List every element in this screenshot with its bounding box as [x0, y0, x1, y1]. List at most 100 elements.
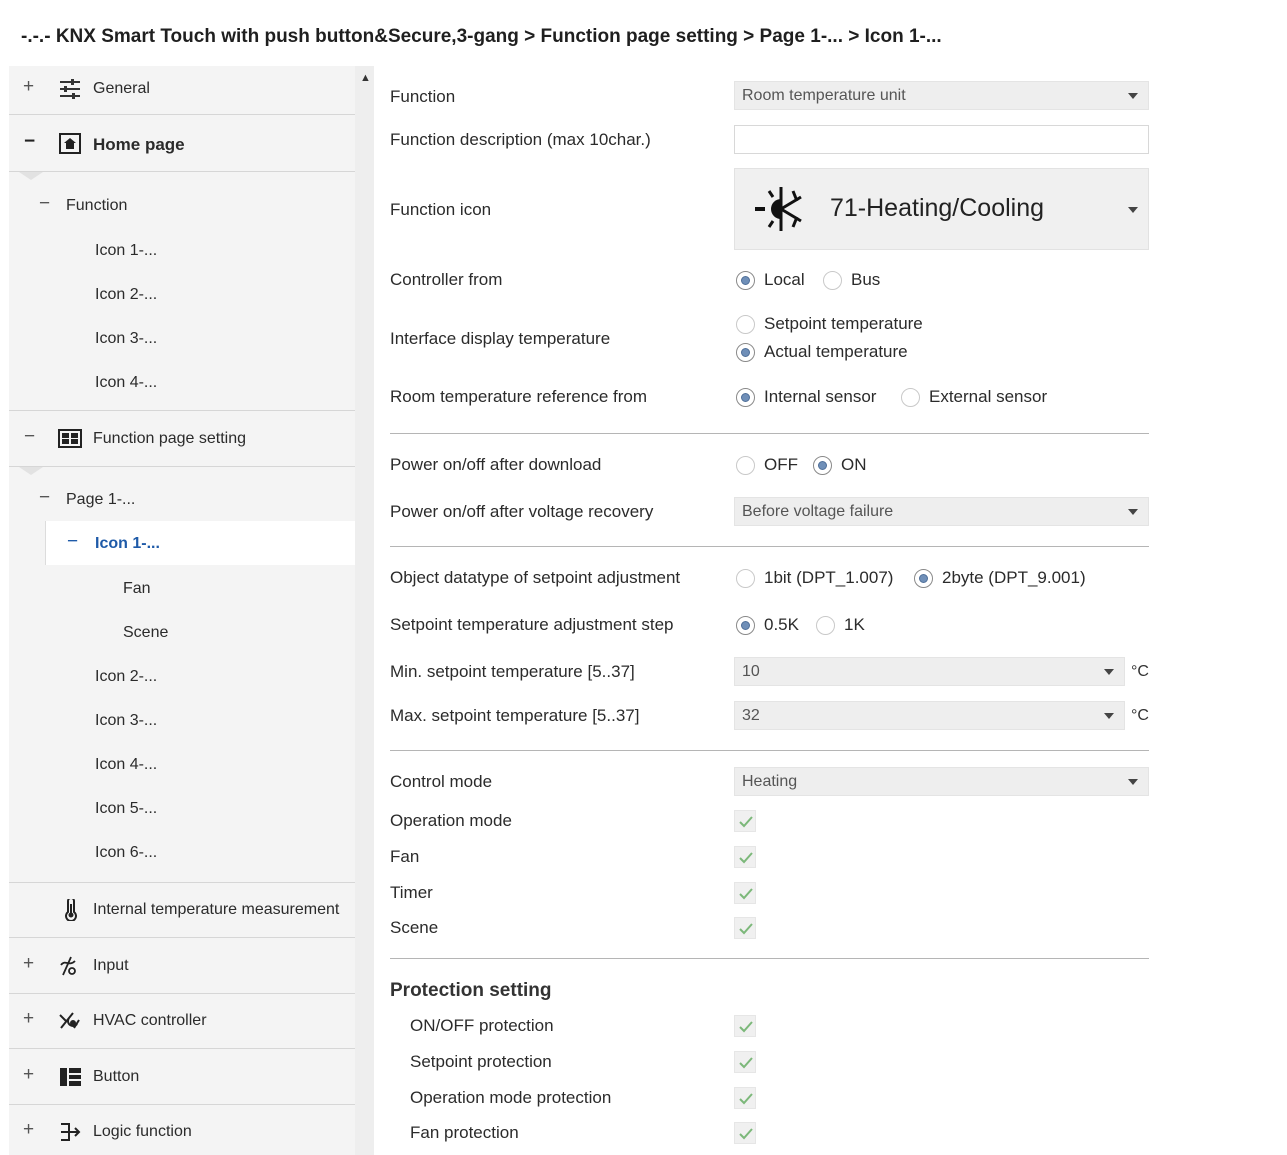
onoff-protection-label: ON/OFF protection	[410, 1016, 554, 1035]
sidebar-item-icon-1[interactable]: Icon 1-...	[9, 240, 355, 264]
sidebar-item-icon-3[interactable]: Icon 3-...	[9, 328, 355, 352]
sidebar-item-label: General	[93, 80, 150, 97]
operation-mode-checkbox[interactable]	[734, 810, 756, 832]
divider	[390, 958, 1149, 959]
sidebar-item-logic-function[interactable]: + Logic function	[9, 1119, 355, 1145]
sidebar-item-function-page-setting[interactable]: − Function page setting	[9, 426, 355, 452]
sidebar-item-icon-4[interactable]: Icon 4-...	[9, 372, 355, 396]
thermometer-icon	[65, 899, 77, 921]
sidebar-item-icon-2b[interactable]: Icon 2-...	[9, 666, 355, 690]
sidebar-item-label: Fan	[123, 580, 151, 597]
sidebar-item-label: Icon 5-...	[95, 800, 158, 817]
expand-icon[interactable]: +	[23, 1064, 34, 1086]
divider	[9, 466, 355, 467]
scroll-up-arrow-icon[interactable]: ▲	[360, 72, 371, 84]
sidebar-item-label: Icon 3-...	[95, 330, 158, 347]
onoff-protection-checkbox[interactable]	[734, 1015, 756, 1037]
sidebar-item-selected-icon-1[interactable]: − Icon 1-...	[9, 531, 355, 557]
datatype-1bit-radio[interactable]	[736, 569, 755, 588]
scene-checkbox[interactable]	[734, 917, 756, 939]
chevron-down-icon[interactable]	[1104, 669, 1114, 675]
expand-icon[interactable]: +	[23, 1119, 34, 1141]
divider	[9, 937, 355, 938]
sidebar-item-icon-5b[interactable]: Icon 5-...	[9, 798, 355, 822]
sidebar-item-input[interactable]: + Input	[9, 953, 355, 979]
datatype-label: Object datatype of setpoint adjustment	[390, 568, 681, 587]
chevron-down-icon	[1128, 779, 1138, 785]
divider	[9, 171, 355, 172]
sidebar-item-hvac-controller[interactable]: + HVAC controller	[9, 1008, 355, 1034]
timer-checkbox[interactable]	[734, 882, 756, 904]
interface-display-label: Interface display temperature	[390, 329, 611, 348]
expand-icon[interactable]: +	[23, 1008, 34, 1030]
sidebar-item-icon-6b[interactable]: Icon 6-...	[9, 842, 355, 866]
function-select[interactable]: Room temperature unit	[734, 81, 1149, 110]
scene-label: Scene	[390, 918, 439, 937]
sidebar-scrollbar[interactable]	[355, 66, 374, 1155]
check-icon	[739, 852, 753, 864]
chevron-down-icon	[1128, 93, 1138, 99]
step-05k-radio[interactable]	[736, 616, 755, 635]
min-setpoint-unit: °C	[1131, 663, 1149, 680]
sidebar-item-label: Icon 1-...	[95, 242, 158, 259]
sidebar-item-label: Button	[93, 1068, 140, 1085]
controller-local-radio[interactable]	[736, 271, 755, 290]
expand-icon[interactable]: +	[23, 76, 34, 98]
chevron-down-icon[interactable]	[1104, 713, 1114, 719]
control-mode-select[interactable]: Heating	[734, 767, 1149, 796]
check-icon	[739, 888, 753, 900]
sidebar-item-icon-2[interactable]: Icon 2-...	[9, 284, 355, 308]
collapse-icon[interactable]: −	[39, 193, 50, 215]
max-setpoint-input[interactable]: 32	[734, 701, 1125, 730]
collapse-icon[interactable]: −	[39, 487, 50, 509]
operation-mode-protection-checkbox[interactable]	[734, 1087, 756, 1109]
actual-temperature-radio[interactable]	[736, 343, 755, 362]
fan-protection-label: Fan protection	[410, 1123, 519, 1142]
step-1k-radio[interactable]	[816, 616, 835, 635]
max-setpoint-value: 32	[742, 707, 760, 724]
chevron-down-icon	[1128, 509, 1138, 515]
fan-label: Fan	[390, 847, 420, 866]
control-mode-label: Control mode	[390, 772, 493, 791]
external-sensor-radio[interactable]	[901, 388, 920, 407]
fan-protection-checkbox[interactable]	[734, 1122, 756, 1144]
sidebar-item-label: Icon 1-...	[95, 535, 160, 552]
divider	[9, 114, 355, 115]
sidebar-item-label: Scene	[123, 624, 169, 641]
setpoint-temperature-radio[interactable]	[736, 315, 755, 334]
power-recovery-select[interactable]: Before voltage failure	[734, 497, 1149, 526]
divider	[9, 1048, 355, 1049]
expand-icon[interactable]: +	[23, 953, 34, 975]
max-setpoint-unit: °C	[1131, 707, 1149, 724]
collapse-icon[interactable]: −	[24, 426, 35, 448]
divider	[9, 882, 355, 883]
sidebar-item-button[interactable]: + Button	[9, 1064, 355, 1090]
sidebar-item-icon-3b[interactable]: Icon 3-...	[9, 710, 355, 734]
min-setpoint-input[interactable]: 10	[734, 657, 1125, 686]
sidebar-item-label: Icon 2-...	[95, 286, 158, 303]
sidebar-item-icon-4b[interactable]: Icon 4-...	[9, 754, 355, 778]
sidebar-item-function[interactable]: − Function	[9, 193, 355, 219]
sidebar-item-label: Internal temperature measurement	[93, 901, 340, 918]
internal-sensor-radio[interactable]	[736, 388, 755, 407]
function-description-input[interactable]	[734, 125, 1149, 154]
controller-bus-radio[interactable]	[823, 271, 842, 290]
fan-checkbox[interactable]	[734, 846, 756, 868]
sidebar-item-internal-temperature[interactable]: Internal temperature measurement	[9, 899, 355, 923]
datatype-2byte-radio[interactable]	[914, 569, 933, 588]
power-download-on-radio[interactable]	[813, 456, 832, 475]
sidebar-item-home-page[interactable]: − Home page	[9, 131, 355, 157]
power-download-on-label: ON	[841, 455, 867, 474]
power-download-off-radio[interactable]	[736, 456, 755, 475]
check-icon	[739, 1021, 753, 1033]
collapse-icon[interactable]: −	[24, 131, 35, 153]
sidebar-item-scene[interactable]: Scene	[9, 622, 355, 646]
controller-from-label: Controller from	[390, 270, 503, 289]
parameter-panel: Function Room temperature unit Function …	[374, 66, 1287, 1155]
sidebar-item-page-1[interactable]: − Page 1-...	[9, 487, 355, 513]
collapse-icon[interactable]: −	[67, 531, 78, 553]
function-icon-select[interactable]: 71-Heating/Cooling	[734, 168, 1149, 250]
setpoint-protection-checkbox[interactable]	[734, 1051, 756, 1073]
sidebar-item-fan[interactable]: Fan	[9, 578, 355, 602]
sidebar-item-general[interactable]: + General	[9, 76, 355, 102]
